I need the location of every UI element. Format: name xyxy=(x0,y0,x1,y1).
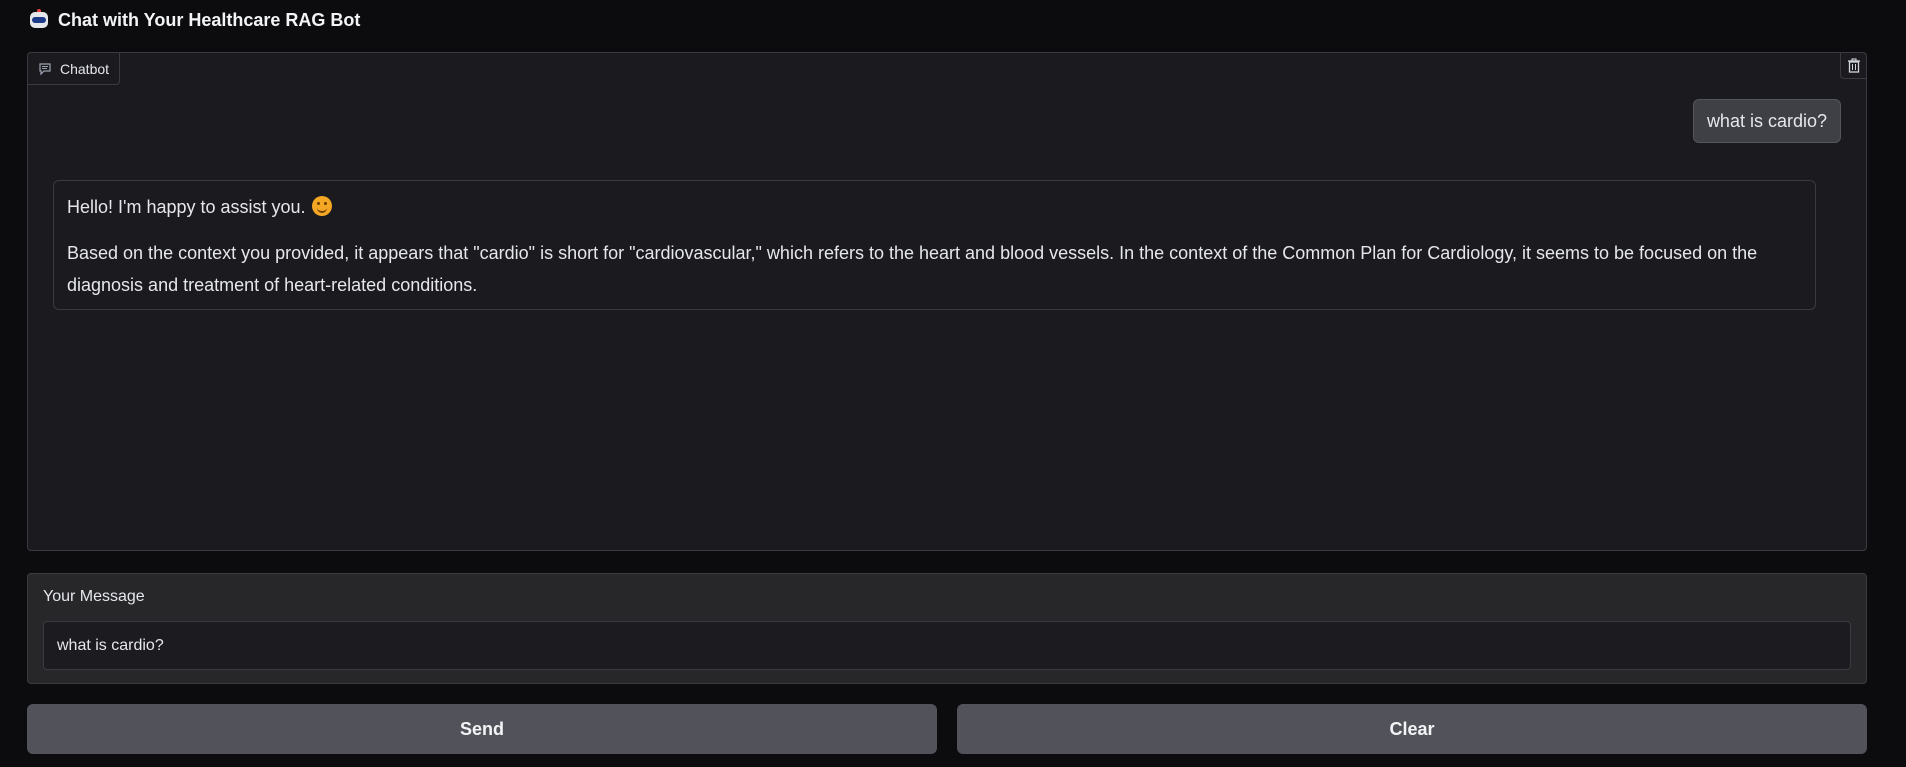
smiling-face-icon xyxy=(311,196,332,216)
message-label: Your Message xyxy=(43,588,145,605)
send-button[interactable]: Send xyxy=(27,704,937,754)
chat-bubble-icon xyxy=(39,62,51,75)
chatbot-label-text: Chatbot xyxy=(60,60,110,77)
chatbot-label: Chatbot xyxy=(28,53,121,85)
message-panel: Your Message xyxy=(27,573,1867,684)
bot-message-body: Based on the context you provided, it ap… xyxy=(67,243,1758,295)
robot-icon xyxy=(28,9,50,31)
bot-message: Hello! I'm happy to assist you. Based on… xyxy=(53,180,1816,310)
bot-message-greeting: Hello! I'm happy to assist you. xyxy=(67,191,1802,223)
page-title-text: Chat with Your Healthcare RAG Bot xyxy=(58,9,361,30)
bot-message-greeting-text: Hello! I'm happy to assist you. xyxy=(67,197,306,217)
clear-button[interactable]: Clear xyxy=(957,704,1867,754)
user-message: what is cardio? xyxy=(1692,99,1841,143)
chatbot-panel: Chatbot what is cardio? Hello! I'm happy… xyxy=(27,52,1867,551)
trash-icon xyxy=(1847,58,1860,73)
clear-chat-button[interactable] xyxy=(1840,53,1866,79)
page-title: Chat with Your Healthcare RAG Bot xyxy=(28,8,360,32)
user-message-text: what is cardio? xyxy=(1706,110,1827,131)
message-input[interactable] xyxy=(43,621,1851,670)
